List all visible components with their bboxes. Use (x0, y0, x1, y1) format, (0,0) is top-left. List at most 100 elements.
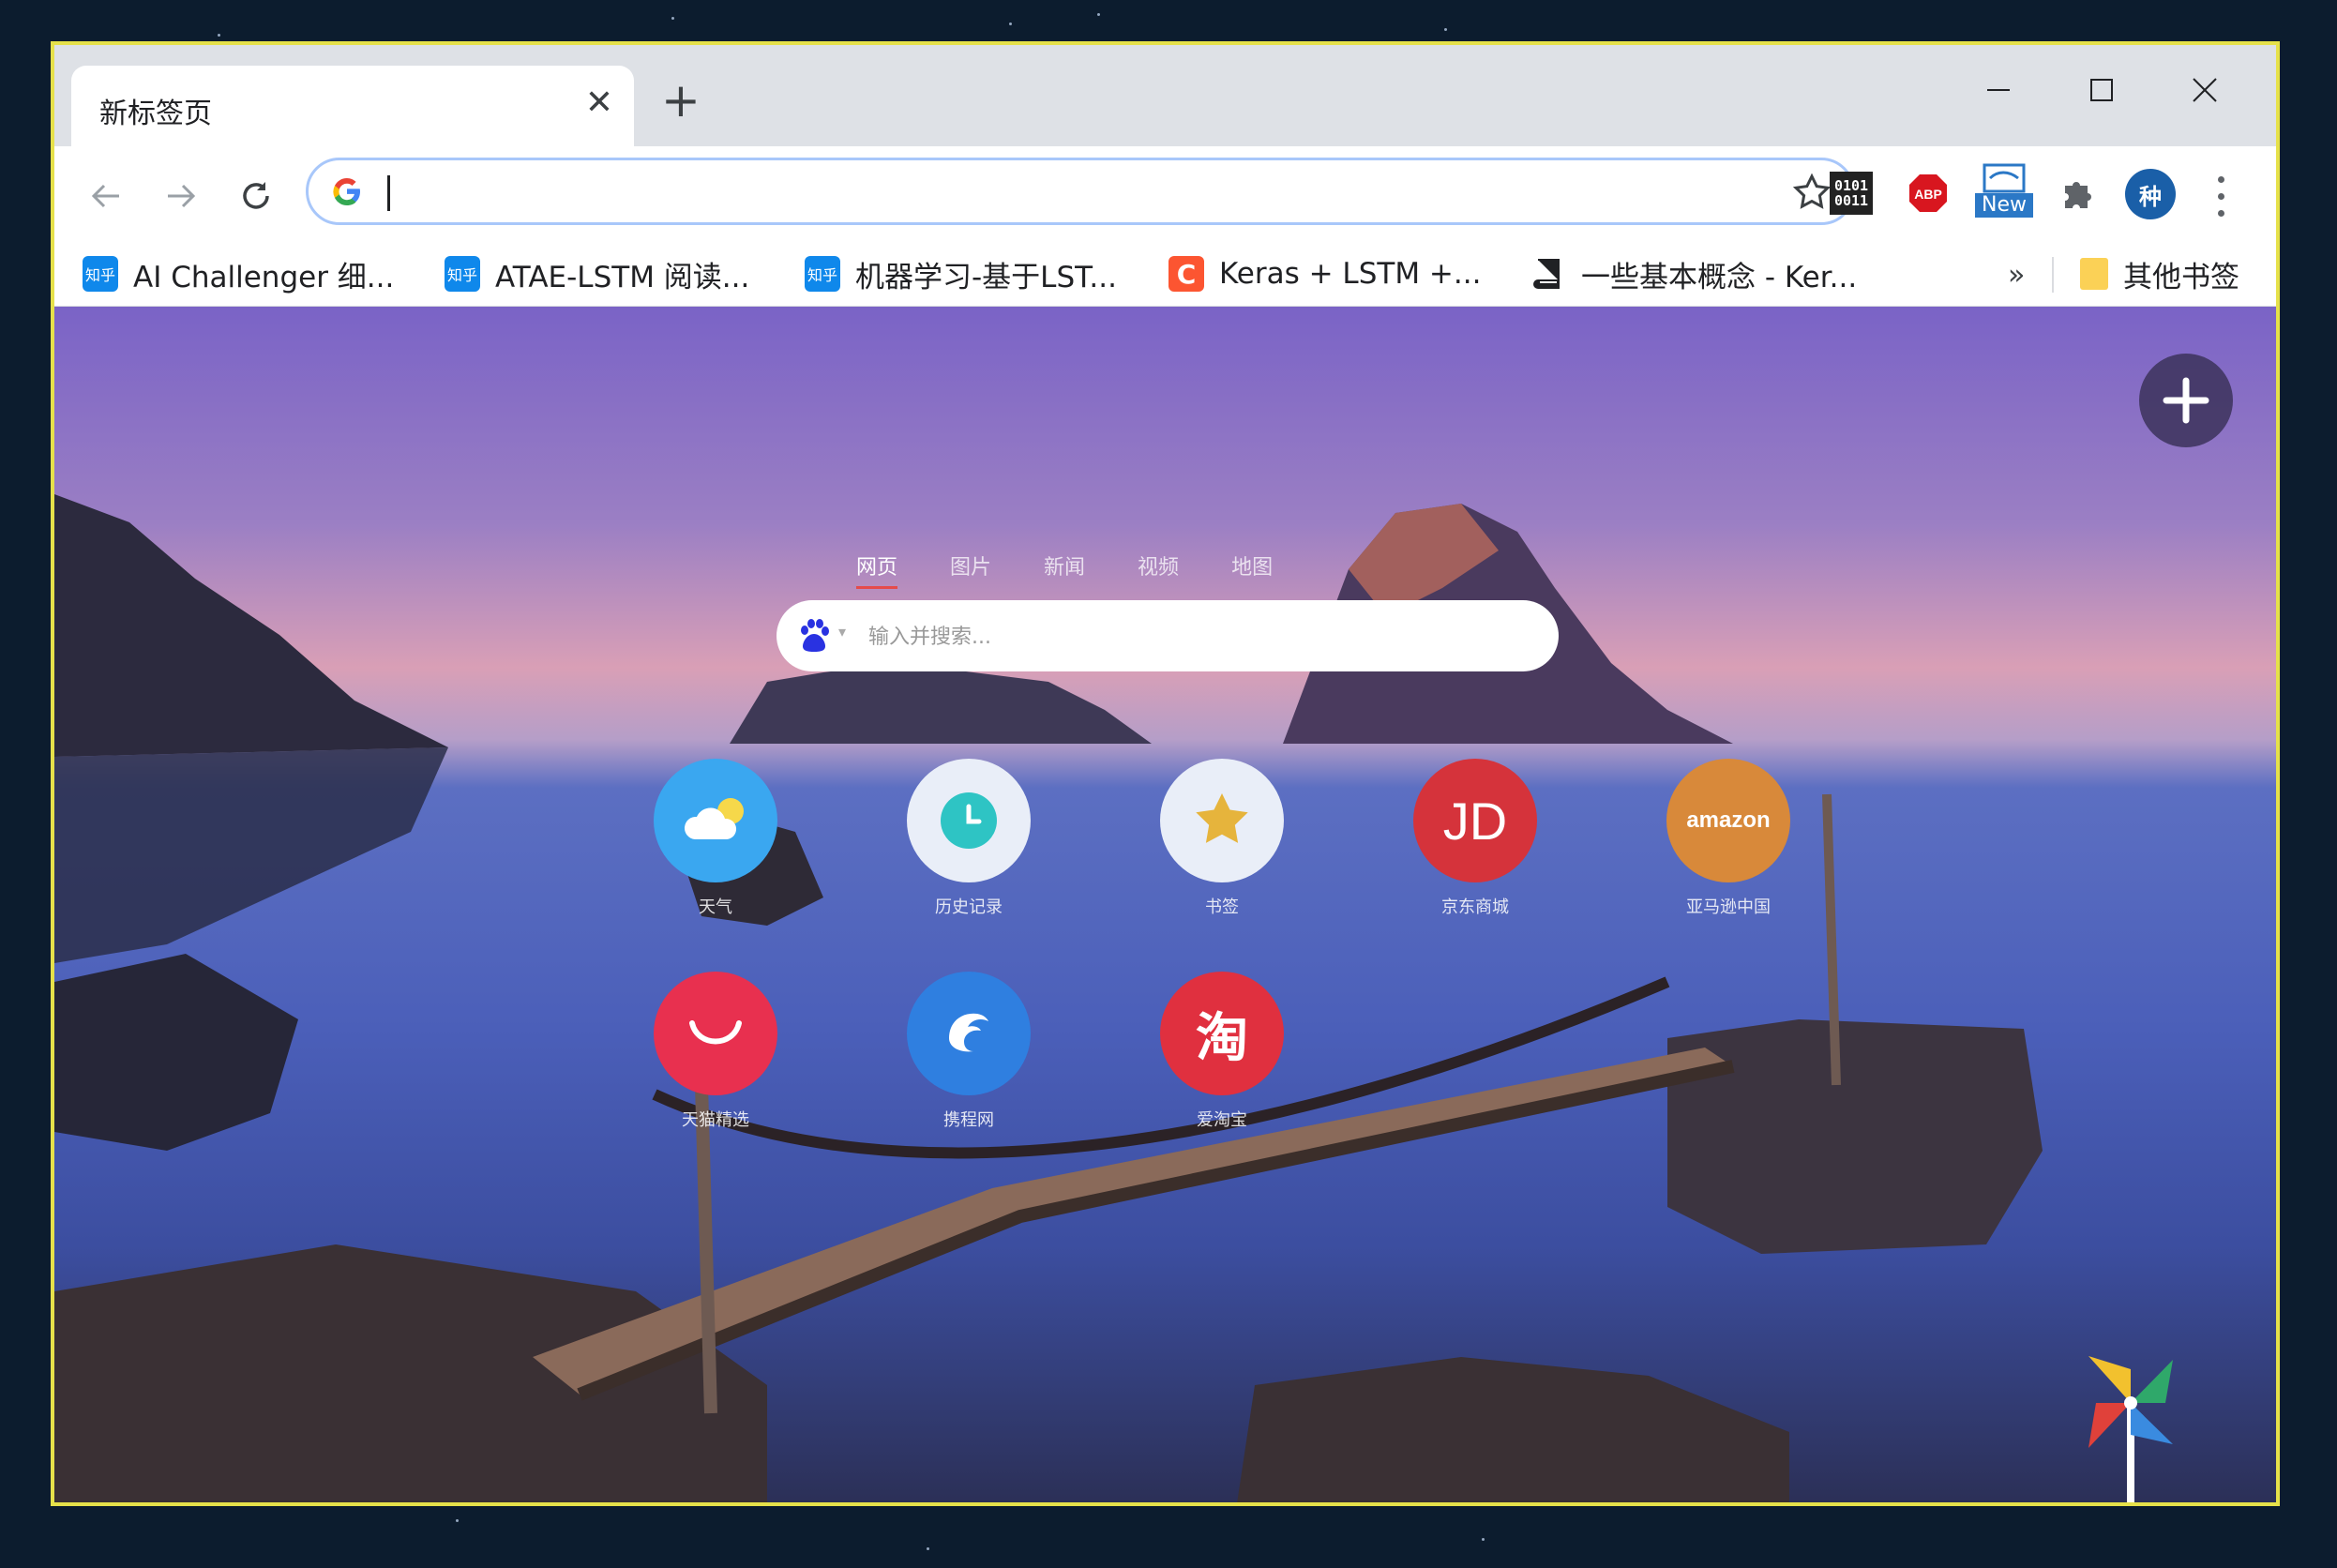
taobao-icon: 淘 (1160, 972, 1284, 1095)
back-button[interactable] (83, 173, 129, 219)
window-close-button[interactable] (2177, 62, 2233, 118)
shortcut-bookmarks[interactable]: 书签 (1128, 759, 1316, 918)
bookmark-label: Keras + LSTM +... (1219, 257, 1482, 291)
shortcut-weather[interactable]: 天气 (622, 759, 809, 918)
add-button[interactable] (2139, 354, 2233, 447)
reload-button[interactable] (233, 173, 279, 219)
more-bookmarks-button[interactable]: » (2008, 259, 2025, 292)
minimize-button[interactable] (1970, 62, 2027, 118)
jd-icon: JD (1413, 759, 1537, 882)
tab-images[interactable]: 图片 (950, 550, 991, 589)
puzzle-icon (2065, 182, 2091, 208)
screen-icon (1983, 163, 2026, 193)
search-input[interactable] (867, 613, 1527, 660)
toolbar: 0101 0011 ABP New 种 (54, 146, 2276, 242)
bookmark-label: AI Challenger 细... (133, 260, 395, 294)
bookmark-item[interactable]: 知乎 机器学习-基于LST... (805, 251, 1117, 296)
zhihu-icon: 知乎 (805, 256, 840, 292)
csdn-icon: C (1168, 256, 1204, 292)
shortcut-tmall[interactable]: 天猫精选 (622, 972, 809, 1131)
bookmark-item[interactable]: C Keras + LSTM +... (1168, 251, 1481, 296)
baidu-paw-icon[interactable] (795, 617, 833, 655)
tab-new-tab[interactable]: 新标签页 ✕ (71, 66, 634, 148)
bookmarks-bar: 知乎 AI Challenger 细... 知乎 ATAE-LSTM 阅读...… (54, 242, 2276, 307)
background-star (1097, 13, 1100, 16)
shortcut-ctrip[interactable]: 携程网 (875, 972, 1063, 1131)
text-cursor (387, 175, 390, 211)
maximize-icon (2090, 79, 2113, 101)
background-star (1444, 28, 1447, 31)
tab-title: 新标签页 (99, 98, 212, 130)
reload-icon (243, 182, 269, 209)
shortcut-label: 天气 (699, 897, 732, 917)
background-star (218, 34, 220, 37)
shortcut-label: 京东商城 (1441, 897, 1509, 917)
plus-icon (2163, 377, 2209, 424)
binary-extension-icon[interactable]: 0101 0011 (1830, 172, 1873, 215)
shortcut-label: 携程网 (943, 1110, 994, 1130)
close-icon[interactable]: ✕ (585, 84, 613, 122)
smile-icon (654, 972, 777, 1095)
bookmark-label: 一些基本概念 - Ker... (1581, 260, 1858, 294)
folder-icon (2080, 258, 2108, 290)
arrow-right-icon (168, 184, 196, 208)
chevron-down-icon[interactable]: ▾ (838, 623, 846, 641)
background-star (671, 17, 674, 20)
google-icon (333, 177, 360, 206)
tab-strip: 新标签页 ✕ + (54, 45, 2276, 148)
dolphin-icon (907, 972, 1031, 1095)
forward-button[interactable] (158, 173, 204, 219)
divider (2052, 257, 2054, 293)
tab-maps[interactable]: 地图 (1231, 550, 1273, 589)
zhihu-icon: 知乎 (83, 256, 118, 292)
more-menu-button[interactable] (2202, 171, 2239, 221)
background-star (456, 1519, 459, 1522)
shortcut-label: 历史记录 (935, 897, 1003, 917)
shortcut-label: 爱淘宝 (1197, 1110, 1247, 1130)
star-icon (1160, 759, 1284, 882)
browser-window: 新标签页 ✕ + 0101 0011 ABP New 种 知乎 AI Chall… (51, 41, 2280, 1506)
new-badge: New (1975, 193, 2033, 218)
other-bookmarks-folder[interactable]: 其他书签 (2080, 251, 2239, 296)
bookmark-label: 其他书签 (2123, 260, 2239, 294)
book-icon (1533, 259, 1560, 289)
tab-web[interactable]: 网页 (856, 550, 898, 589)
background-star (1009, 23, 1012, 25)
bookmark-item[interactable]: 一些基本概念 - Ker... (1530, 251, 1857, 296)
bookmark-label: ATAE-LSTM 阅读... (495, 260, 750, 294)
svg-text:ABP: ABP (1914, 187, 1942, 202)
search-box[interactable]: ▾ (776, 600, 1559, 671)
shortcut-label: 书签 (1205, 897, 1239, 917)
arrow-left-icon (91, 184, 119, 208)
shortcut-label: 天猫精选 (682, 1110, 749, 1130)
background-star (1482, 1538, 1485, 1541)
adblock-plus-icon[interactable]: ABP (1902, 167, 1954, 219)
bookmark-item[interactable]: 知乎 ATAE-LSTM 阅读... (445, 251, 749, 296)
shortcut-amazon[interactable]: amazon 亚马逊中国 (1635, 759, 1822, 918)
weather-icon (654, 759, 777, 882)
address-bar[interactable] (306, 158, 1855, 225)
minimize-icon (1987, 89, 2010, 91)
bookmark-star-icon[interactable] (1792, 173, 1832, 212)
clock-icon (907, 759, 1031, 882)
zhihu-icon: 知乎 (445, 256, 480, 292)
bookmark-label: 机器学习-基于LST... (855, 260, 1117, 294)
new-tab-button[interactable]: + (661, 77, 701, 124)
shortcut-history[interactable]: 历史记录 (875, 759, 1063, 918)
new-extension-icon[interactable]: New (1975, 163, 2033, 218)
shortcut-label: 亚马逊中国 (1686, 897, 1771, 917)
new-tab-page: 网页 图片 新闻 视频 地图 ▾ 天气 (54, 307, 2276, 1506)
pinwheel-icon[interactable] (2079, 1350, 2182, 1506)
shortcut-aitaobao[interactable]: 淘 爱淘宝 (1128, 972, 1316, 1131)
amazon-icon: amazon (1666, 759, 1790, 882)
close-icon (2193, 78, 2217, 102)
shortcut-jd[interactable]: JD 京东商城 (1381, 759, 1569, 918)
profile-avatar[interactable]: 种 (2125, 169, 2176, 219)
tab-news[interactable]: 新闻 (1044, 550, 1085, 589)
extensions-button[interactable] (2052, 167, 2104, 219)
tab-videos[interactable]: 视频 (1138, 550, 1179, 589)
bookmark-item[interactable]: 知乎 AI Challenger 细... (83, 251, 394, 296)
maximize-button[interactable] (2073, 62, 2130, 118)
background-star (927, 1547, 929, 1550)
search-category-tabs: 网页 图片 新闻 视频 地图 (856, 550, 1273, 589)
